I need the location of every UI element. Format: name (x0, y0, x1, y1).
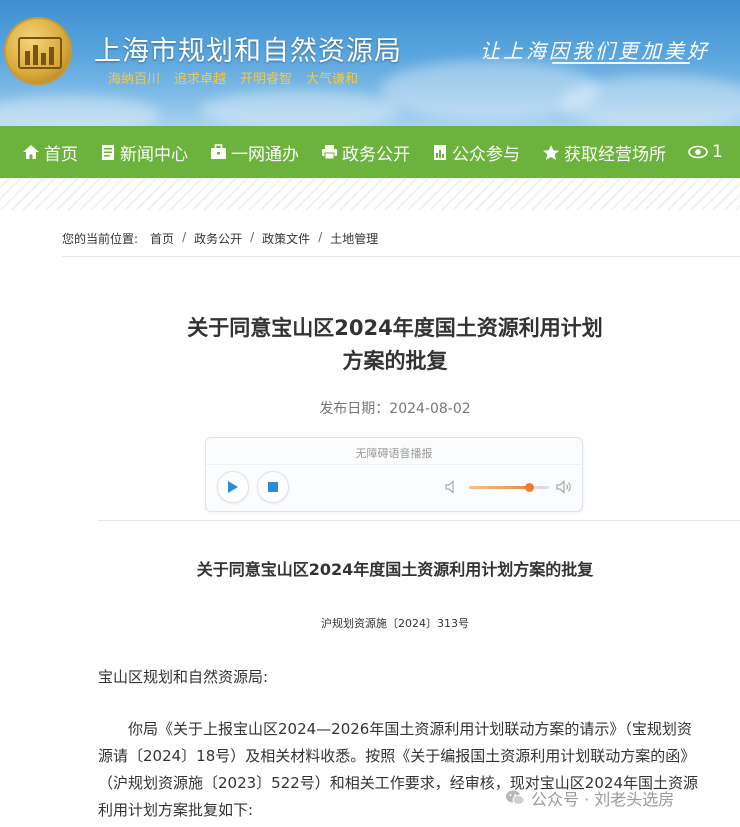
play-button[interactable] (217, 471, 249, 503)
breadcrumb-divider (62, 256, 740, 257)
slogan: 让上海因我们更加美好 (480, 39, 710, 63)
nav-item-label: 获取经营场所 (564, 144, 666, 165)
breadcrumb-separator: / (318, 230, 323, 244)
breadcrumb-separator: / (250, 230, 255, 244)
star-icon (543, 144, 559, 160)
wechat-icon (506, 790, 525, 805)
wechat-watermark: 公众号 · 刘老头选房 (505, 786, 674, 810)
audio-player: 无障碍语音播报 (205, 437, 583, 512)
play-icon (228, 481, 238, 493)
nav-item-label: 首页 (44, 144, 78, 165)
player-title: 无障碍语音播报 (355, 447, 433, 460)
nav-subbar (0, 178, 740, 210)
article-title-line: 关于同意宝山区2024年度国土资源利用计划 (187, 316, 603, 340)
document-addressee: 宝山区规划和自然资源局: (98, 668, 269, 686)
document-number: 沪规划资源施〔2024〕313号 (321, 617, 469, 630)
publish-date: 发布日期：2024-08-02 (319, 401, 471, 417)
breadcrumb-link-home[interactable]: 首页 (150, 230, 174, 247)
motto-list: 海纳百川 追求卓越 开明睿智 大气谦和 (108, 68, 358, 87)
motto: 大气谦和 (306, 72, 359, 87)
breadcrumb-label: 您的当前位置: (62, 232, 139, 246)
chart-doc-icon (434, 144, 446, 160)
bureau-logo[interactable] (4, 17, 72, 85)
volume-slider-fill (469, 486, 529, 489)
article-title: 关于同意宝山区2024年度国土资源利用计划 方案的批复 (100, 312, 690, 378)
volume-slider[interactable] (469, 483, 549, 492)
volume-low-icon[interactable] (444, 480, 458, 494)
nav-item-business-premises[interactable]: 获取经营场所 (542, 140, 666, 165)
nav-item-gov-info[interactable]: 政务公开 (321, 140, 410, 165)
site-title[interactable]: 上海市规划和自然资源局 (94, 29, 402, 68)
motto: 追求卓越 (174, 72, 227, 87)
stop-button[interactable] (257, 471, 289, 503)
breadcrumb-separator: / (182, 230, 187, 244)
briefcase-icon (211, 144, 226, 159)
nav-item-label: 政务公开 (342, 144, 410, 165)
watermark-text: 公众号 · 刘老头选房 (531, 790, 675, 809)
volume-slider-handle[interactable] (524, 483, 534, 492)
nav-item-home[interactable]: 首页 (22, 140, 78, 165)
volume-high-icon[interactable] (555, 480, 573, 494)
article-title-line: 方案的批复 (342, 349, 448, 373)
nav-item-label: 一网通办 (231, 144, 299, 165)
site-banner: 上海市规划和自然资源局 海纳百川 追求卓越 开明睿智 大气谦和 让上海因我们更加… (0, 0, 740, 126)
nav-item-label: 公众参与 (452, 144, 520, 165)
nav-item-label: 1 (712, 142, 723, 162)
document-icon (102, 144, 114, 160)
nav-item-services[interactable]: 一网通办 (210, 140, 299, 165)
content-divider (98, 520, 740, 521)
motto: 开明睿智 (240, 72, 293, 87)
nav-item-news[interactable]: 新闻中心 (100, 140, 188, 165)
nav-item-more[interactable]: 1 (688, 142, 723, 162)
breadcrumb-link-land-management[interactable]: 土地管理 (330, 230, 378, 247)
eye-icon (688, 145, 708, 159)
player-divider (206, 464, 582, 465)
nav-item-label: 新闻中心 (120, 144, 188, 165)
main-nav: 首页 新闻中心 一网通办 政务公开 公众参与 获取经营场所 1 (0, 126, 740, 178)
motto: 海纳百川 (108, 72, 161, 87)
breadcrumb: 您的当前位置: 首页 / 政务公开 / 政策文件 / 土地管理 (62, 230, 378, 247)
printer-icon (322, 145, 337, 160)
stop-icon (268, 482, 278, 492)
home-icon (23, 145, 39, 159)
slogan-underline (552, 62, 690, 64)
nav-item-participation[interactable]: 公众参与 (432, 140, 520, 165)
breadcrumb-link-gov-info[interactable]: 政务公开 (194, 230, 242, 247)
document-title: 关于同意宝山区2024年度国土资源利用计划方案的批复 (196, 560, 594, 579)
breadcrumb-link-policy-docs[interactable]: 政策文件 (262, 230, 310, 247)
